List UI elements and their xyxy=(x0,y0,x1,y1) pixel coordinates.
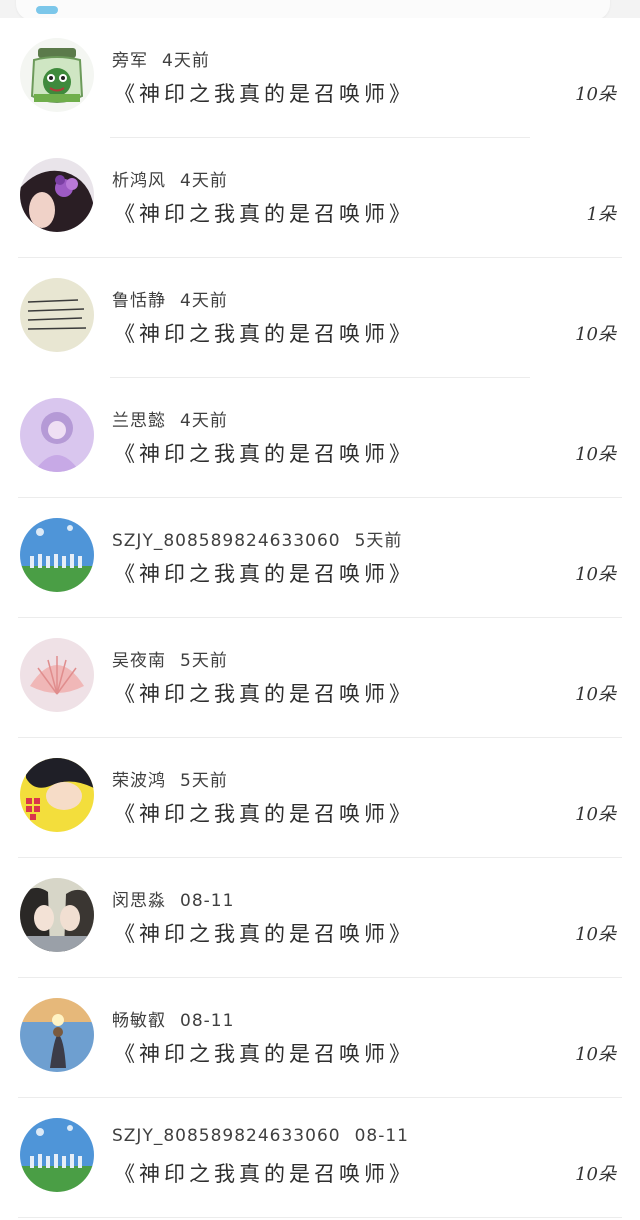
user-name[interactable]: 析鸿风 xyxy=(112,171,166,191)
group-sky-avatar-icon xyxy=(20,518,94,592)
entry-meta: 荣波鸿 5天前 xyxy=(112,766,228,791)
list-item[interactable]: 鲁恬静 4天前 《神印之我真的是召唤师》 10朵 xyxy=(0,258,640,378)
search-icon xyxy=(36,6,58,14)
entry-meta: 吴夜南 5天前 xyxy=(112,646,228,671)
entry-meta: 鲁恬静 4天前 xyxy=(112,286,228,311)
list-item[interactable]: 荣波鸿 5天前 《神印之我真的是召唤师》 10朵 xyxy=(0,738,640,858)
book-title[interactable]: 《神印之我真的是召唤师》 xyxy=(114,918,414,948)
avatar[interactable] xyxy=(20,518,94,592)
entry-time: 08-11 xyxy=(180,1011,235,1031)
entry-time: 08-11 xyxy=(354,1126,409,1146)
girl-purple-flower-avatar-icon xyxy=(20,158,94,232)
flower-count: 10朵 xyxy=(575,564,616,585)
anime-boy-yellow-avatar-icon xyxy=(20,758,94,832)
entry-meta: 兰思懿 4天前 xyxy=(112,406,228,431)
entry-time: 08-11 xyxy=(180,891,235,911)
book-title[interactable]: 《神印之我真的是召唤师》 xyxy=(114,78,414,108)
list-item[interactable]: 畅敏叡 08-11 《神印之我真的是召唤师》 10朵 xyxy=(0,978,640,1098)
entry-meta: SZJY_808589824633060 5天前 xyxy=(112,526,402,551)
user-name[interactable]: 吴夜南 xyxy=(112,651,166,671)
list-item[interactable]: 闵思淼 08-11 《神印之我真的是召唤师》 10朵 xyxy=(0,858,640,978)
flower-count: 10朵 xyxy=(575,804,616,825)
avatar[interactable] xyxy=(20,998,94,1072)
book-title[interactable]: 《神印之我真的是召唤师》 xyxy=(114,678,414,708)
book-title[interactable]: 《神印之我真的是召唤师》 xyxy=(114,318,414,348)
anime-couple-avatar-icon xyxy=(20,878,94,952)
entry-time: 4天前 xyxy=(180,411,228,431)
avatar[interactable] xyxy=(20,1118,94,1192)
list-item[interactable]: 兰思懿 4天前 《神印之我真的是召唤师》 10朵 xyxy=(0,378,640,498)
user-name[interactable]: SZJY_808589824633060 xyxy=(112,531,341,551)
entry-time: 5天前 xyxy=(180,771,228,791)
jar-frog-avatar-icon xyxy=(20,38,94,112)
flower-count: 10朵 xyxy=(575,924,616,945)
gift-record-list: 旁军 4天前 《神印之我真的是召唤师》 10朵 析鸿风 4天前 《神印之我真的是召唤… xyxy=(0,18,640,1220)
purple-girl-avatar-icon xyxy=(20,398,94,472)
entry-time: 5天前 xyxy=(180,651,228,671)
flower-count: 10朵 xyxy=(575,684,616,705)
user-name[interactable]: 鲁恬静 xyxy=(112,291,166,311)
entry-meta: 畅敏叡 08-11 xyxy=(112,1006,234,1031)
user-name[interactable]: SZJY_808589824633060 xyxy=(112,1126,341,1146)
flower-count: 10朵 xyxy=(575,84,616,105)
entry-meta: SZJY_808589824633060 08-11 xyxy=(112,1126,409,1146)
user-name[interactable]: 兰思懿 xyxy=(112,411,166,431)
avatar[interactable] xyxy=(20,758,94,832)
group-sky-avatar-icon xyxy=(20,1118,94,1192)
list-item[interactable]: 旁军 4天前 《神印之我真的是召唤师》 10朵 xyxy=(0,18,640,138)
avatar[interactable] xyxy=(20,398,94,472)
entry-time: 4天前 xyxy=(180,171,228,191)
flower-count: 1朵 xyxy=(586,204,616,225)
avatar[interactable] xyxy=(20,38,94,112)
entry-meta: 闵思淼 08-11 xyxy=(112,886,234,911)
user-name[interactable]: 闵思淼 xyxy=(112,891,166,911)
list-item[interactable]: SZJY_808589824633060 08-11 《神印之我真的是召唤师》 1… xyxy=(0,1098,640,1218)
avatar[interactable] xyxy=(20,158,94,232)
book-title[interactable]: 《神印之我真的是召唤师》 xyxy=(114,558,414,588)
flower-count: 10朵 xyxy=(575,444,616,465)
sea-sunset-avatar-icon xyxy=(20,998,94,1072)
shell-avatar-icon xyxy=(20,638,94,712)
book-title[interactable]: 《神印之我真的是召唤师》 xyxy=(114,1158,414,1188)
top-search-bar[interactable] xyxy=(16,0,610,20)
avatar[interactable] xyxy=(20,878,94,952)
entry-time: 4天前 xyxy=(180,291,228,311)
avatar[interactable] xyxy=(20,638,94,712)
entry-meta: 析鸿风 4天前 xyxy=(112,166,228,191)
list-item[interactable]: 吴夜南 5天前 《神印之我真的是召唤师》 10朵 xyxy=(0,618,640,738)
avatar[interactable] xyxy=(20,278,94,352)
flower-count: 10朵 xyxy=(575,324,616,345)
book-title[interactable]: 《神印之我真的是召唤师》 xyxy=(114,198,414,228)
flower-count: 10朵 xyxy=(575,1164,616,1185)
entry-time: 4天前 xyxy=(162,51,210,71)
entry-meta: 旁军 4天前 xyxy=(112,46,210,71)
book-title[interactable]: 《神印之我真的是召唤师》 xyxy=(114,1038,414,1068)
user-name[interactable]: 荣波鸿 xyxy=(112,771,166,791)
handwritten-note-avatar-icon xyxy=(20,278,94,352)
user-name[interactable]: 旁军 xyxy=(112,51,148,71)
list-item[interactable]: SZJY_808589824633060 5天前 《神印之我真的是召唤师》 10朵 xyxy=(0,498,640,618)
list-item[interactable]: 析鸿风 4天前 《神印之我真的是召唤师》 1朵 xyxy=(0,138,640,258)
entry-time: 5天前 xyxy=(354,531,403,551)
book-title[interactable]: 《神印之我真的是召唤师》 xyxy=(114,798,414,828)
book-title[interactable]: 《神印之我真的是召唤师》 xyxy=(114,438,414,468)
flower-count: 10朵 xyxy=(575,1044,616,1065)
user-name[interactable]: 畅敏叡 xyxy=(112,1011,166,1031)
